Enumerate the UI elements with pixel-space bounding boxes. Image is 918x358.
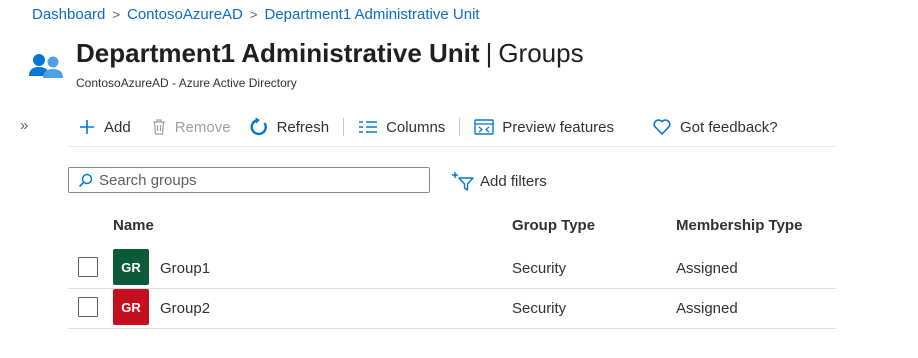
title-divider: |: [485, 38, 493, 68]
page-title-main: Department1 Administrative Unit: [76, 38, 480, 68]
table-row[interactable]: GR Group1 Security Assigned: [68, 248, 836, 289]
breadcrumb-contosoazuread[interactable]: ContosoAzureAD: [127, 6, 243, 23]
add-button-label: Add: [104, 118, 131, 136]
group-type: Security: [512, 299, 567, 317]
refresh-button[interactable]: Refresh: [249, 117, 330, 137]
group-type: Security: [512, 259, 567, 277]
table-row[interactable]: GR Group2 Security Assigned: [68, 288, 836, 329]
search-icon: [78, 173, 93, 187]
remove-button-label: Remove: [174, 118, 231, 136]
row-checkbox[interactable]: [78, 297, 98, 317]
search-box[interactable]: [68, 167, 430, 193]
add-filter-icon: [452, 172, 474, 191]
breadcrumb: Dashboard > ContosoAzureAD > Department1 Adm…: [32, 6, 480, 23]
add-filters-button[interactable]: Add filters: [452, 171, 547, 191]
column-header-name[interactable]: Name: [113, 217, 154, 234]
refresh-button-label: Refresh: [276, 118, 330, 136]
page-title-section: Groups: [498, 38, 584, 68]
columns-button-label: Columns: [386, 118, 446, 136]
toolbar-divider-line: [68, 146, 836, 147]
toolbar: Add Remove Refresh Columns Preview featu…: [78, 112, 778, 142]
add-filters-label: Add filters: [480, 172, 547, 190]
columns-button[interactable]: Columns: [358, 119, 445, 136]
preview-features-button[interactable]: Preview features: [474, 118, 614, 136]
add-button[interactable]: Add: [78, 118, 131, 136]
row-checkbox[interactable]: [78, 257, 98, 277]
group-name[interactable]: Group2: [160, 288, 210, 328]
groups-icon: [28, 52, 66, 82]
chevron-right-icon: >: [112, 7, 120, 22]
preview-features-label: Preview features: [502, 118, 614, 136]
group-name[interactable]: Group1: [160, 248, 210, 288]
refresh-icon: [250, 117, 267, 136]
heart-icon: [653, 119, 671, 135]
breadcrumb-dashboard[interactable]: Dashboard: [32, 6, 105, 23]
column-header-group-type[interactable]: Group Type: [512, 217, 595, 234]
toolbar-divider: [459, 118, 461, 136]
toolbar-divider: [343, 118, 345, 136]
preview-features-icon: [474, 119, 494, 135]
breadcrumb-admin-unit[interactable]: Department1 Administrative Unit: [264, 6, 479, 23]
expand-menu-icon[interactable]: »: [20, 117, 28, 134]
column-header-membership-type[interactable]: Membership Type: [676, 217, 802, 234]
group-avatar: GR: [113, 249, 149, 285]
remove-button[interactable]: Remove: [151, 118, 231, 136]
membership-type: Assigned: [676, 259, 738, 277]
membership-type: Assigned: [676, 299, 738, 317]
plus-icon: [80, 120, 94, 134]
feedback-button[interactable]: Got feedback?: [652, 118, 778, 136]
chevron-right-icon: >: [249, 7, 258, 22]
feedback-label: Got feedback?: [680, 118, 778, 136]
group-avatar: GR: [113, 289, 149, 325]
columns-icon: [359, 121, 378, 133]
search-input[interactable]: [99, 171, 419, 189]
trash-icon: [152, 119, 165, 135]
page-title: Department1 Administrative Unit | Groups: [76, 38, 584, 69]
page-subtitle: ContosoAzureAD - Azure Active Directory: [76, 76, 297, 90]
